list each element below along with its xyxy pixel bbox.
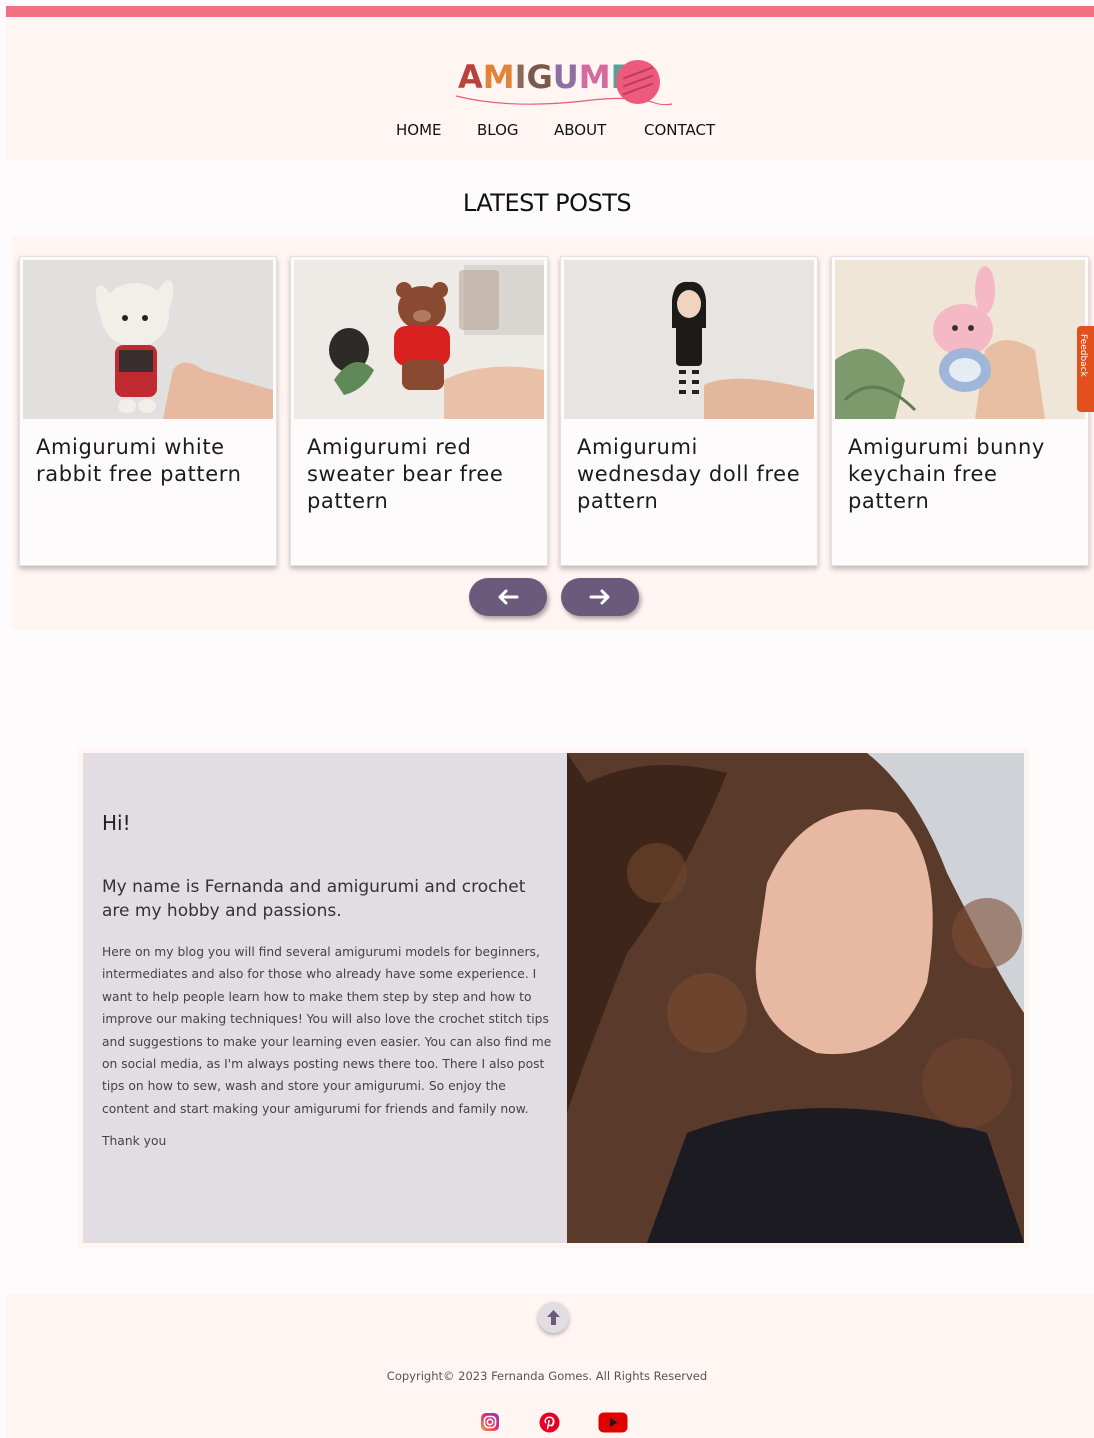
pinterest-link[interactable] <box>539 1412 560 1437</box>
back-to-top-button[interactable] <box>538 1302 569 1333</box>
post-card[interactable]: Amigurumi bunny keychain free pattern <box>831 256 1089 566</box>
about-closing: Thank you <box>102 1134 167 1148</box>
top-accent-bar <box>6 6 1094 17</box>
feedback-tab[interactable]: Feedback <box>1077 326 1094 412</box>
post-image <box>835 260 1085 419</box>
post-card[interactable]: Amigurumi white rabbit free pattern <box>19 256 277 566</box>
post-image <box>294 260 544 419</box>
instagram-icon <box>481 1413 499 1431</box>
author-photo <box>567 753 1024 1243</box>
post-title[interactable]: Amigurumi white rabbit free pattern <box>36 434 264 488</box>
nav-about[interactable]: ABOUT <box>554 121 606 139</box>
arrow-up-icon <box>547 1310 560 1325</box>
arrow-right-icon <box>589 589 610 605</box>
post-card[interactable]: Amigurumi wednesday doll free pattern <box>560 256 818 566</box>
previous-button[interactable] <box>469 578 547 616</box>
post-title[interactable]: Amigurumi bunny keychain free pattern <box>848 434 1076 515</box>
post-image <box>23 260 273 419</box>
about-lead: My name is Fernanda and amigurumi and cr… <box>102 877 526 921</box>
nav-home[interactable]: HOME <box>396 121 442 139</box>
nav-contact[interactable]: CONTACT <box>644 121 715 139</box>
youtube-icon <box>598 1412 628 1433</box>
pinterest-icon <box>539 1412 560 1433</box>
instagram-link[interactable] <box>480 1412 500 1436</box>
feedback-label: Feedback <box>1078 334 1088 377</box>
arrow-left-icon <box>498 589 519 605</box>
post-image <box>564 260 814 419</box>
site-logo[interactable]: AMIGUME <box>452 40 674 110</box>
post-title[interactable]: Amigurumi red sweater bear free pattern <box>307 434 535 515</box>
logo-text: AMIGUME <box>458 58 632 96</box>
youtube-link[interactable] <box>598 1412 628 1437</box>
about-body: Here on my blog you will find several am… <box>102 945 552 1116</box>
next-button[interactable] <box>561 578 639 616</box>
yarn-thread-decoration <box>455 95 673 106</box>
copyright-text: Copyright© 2023 Fernanda Gomes. All Righ… <box>386 1369 708 1383</box>
post-title[interactable]: Amigurumi wednesday doll free pattern <box>577 434 805 515</box>
latest-posts-heading: LATEST POSTS <box>462 189 632 217</box>
nav-blog[interactable]: BLOG <box>477 121 519 139</box>
post-card[interactable]: Amigurumi red sweater bear free pattern <box>290 256 548 566</box>
about-greeting: Hi! <box>102 811 131 835</box>
